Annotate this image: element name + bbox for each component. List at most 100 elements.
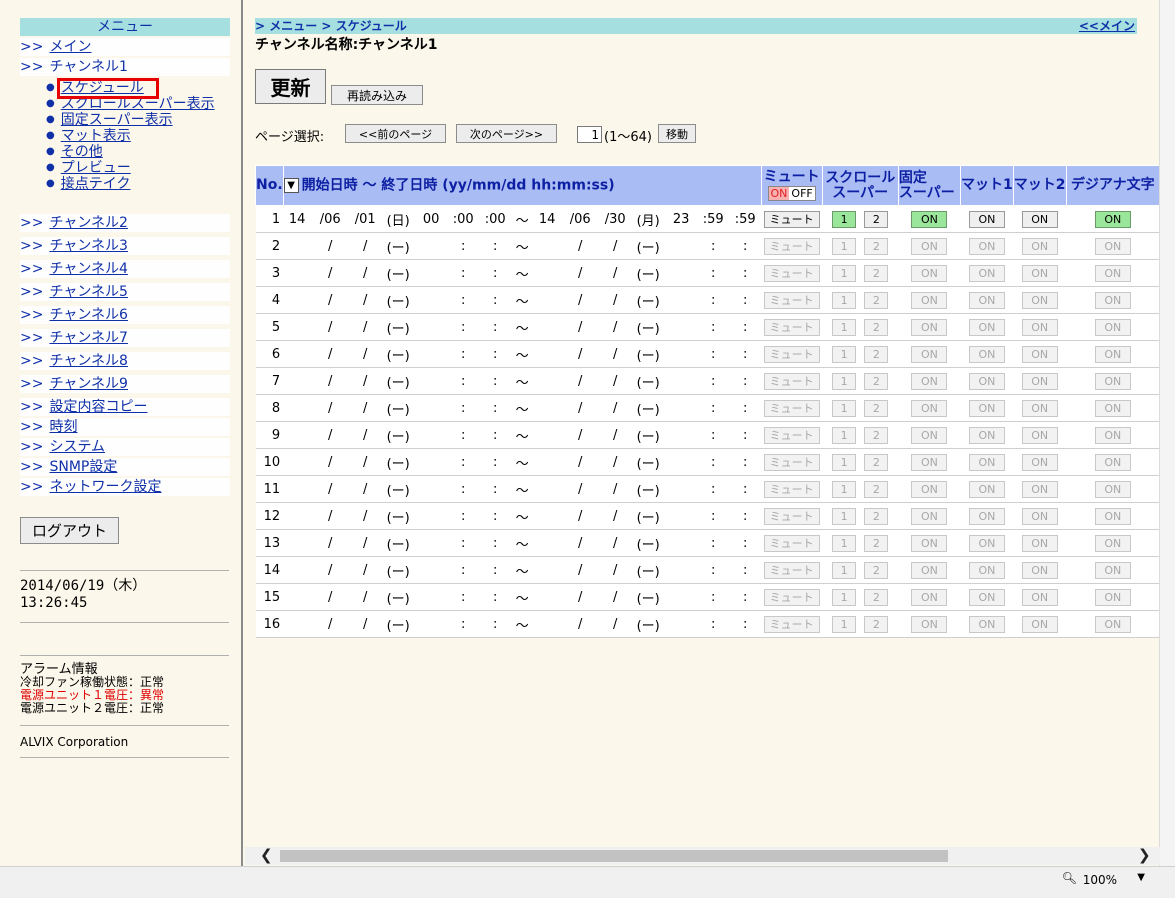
mat1-on-button[interactable]: ON bbox=[968, 318, 1005, 336]
mat2-on-button[interactable]: ON bbox=[1021, 480, 1058, 498]
mute-button[interactable]: ミュート bbox=[763, 426, 820, 444]
date-part[interactable]: / bbox=[349, 590, 381, 605]
mute-button[interactable]: ミュート bbox=[763, 480, 820, 498]
date-part[interactable]: : bbox=[697, 563, 729, 578]
date-part[interactable]: (ー) bbox=[381, 561, 415, 580]
fixed-super-on-button[interactable]: ON bbox=[911, 237, 948, 255]
date-part[interactable]: / bbox=[311, 563, 349, 578]
date-part[interactable]: / bbox=[349, 482, 381, 497]
date-part[interactable]: / bbox=[599, 293, 631, 308]
date-part[interactable]: : bbox=[479, 293, 511, 308]
datetime-cell[interactable]: / / (ー):: 〜 / / (ー):: bbox=[283, 259, 762, 287]
datetime-cell[interactable]: / / (ー):: 〜 / / (ー):: bbox=[283, 421, 762, 449]
digiana-on-button[interactable]: ON bbox=[1094, 399, 1131, 417]
scroll-super-2-button[interactable]: 2 bbox=[864, 615, 889, 633]
digiana-on-button[interactable]: ON bbox=[1094, 318, 1131, 336]
date-part[interactable]: / bbox=[561, 347, 599, 362]
reload-button[interactable]: 再読み込み bbox=[331, 85, 423, 105]
date-part[interactable]: : bbox=[697, 428, 729, 443]
digiana-on-button[interactable]: ON bbox=[1094, 426, 1131, 444]
date-part[interactable]: / bbox=[599, 563, 631, 578]
date-part[interactable]: : bbox=[729, 536, 761, 551]
move-button[interactable]: 移動 bbox=[658, 124, 696, 143]
mat-link[interactable]: マット表示 bbox=[61, 128, 131, 144]
mute-button[interactable]: ミュート bbox=[763, 561, 820, 579]
date-part[interactable]: / bbox=[561, 266, 599, 281]
date-part[interactable]: : bbox=[729, 455, 761, 470]
date-part[interactable]: / bbox=[561, 401, 599, 416]
mute-all-on[interactable]: ON bbox=[768, 187, 790, 200]
mat2-on-button[interactable]: ON bbox=[1021, 345, 1058, 363]
mat1-on-button[interactable]: ON bbox=[968, 426, 1005, 444]
date-part[interactable]: : bbox=[447, 455, 479, 470]
date-part[interactable]: / bbox=[599, 590, 631, 605]
date-part[interactable]: : bbox=[447, 428, 479, 443]
fixed-super-on-button[interactable]: ON bbox=[911, 561, 948, 579]
date-part[interactable]: / bbox=[599, 266, 631, 281]
datetime-cell[interactable]: / / (ー):: 〜 / / (ー):: bbox=[283, 367, 762, 395]
date-part[interactable]: / bbox=[349, 428, 381, 443]
date-part[interactable]: : bbox=[697, 455, 729, 470]
system-link[interactable]: システム bbox=[49, 439, 105, 455]
datetime-cell[interactable]: / / (ー):: 〜 / / (ー):: bbox=[283, 394, 762, 422]
col-datetime-header[interactable]: ▼ 開始日時 〜 終了日時 (yy/mm/dd hh:mm:ss) bbox=[282, 165, 762, 206]
scroll-left-icon[interactable]: ❮ bbox=[260, 846, 273, 864]
date-part[interactable]: / bbox=[599, 320, 631, 335]
scroll-super-2-button[interactable]: 2 bbox=[864, 534, 889, 552]
date-part[interactable]: / bbox=[311, 536, 349, 551]
date-part[interactable]: : bbox=[729, 563, 761, 578]
date-part[interactable]: : bbox=[479, 239, 511, 254]
scroll-super-1-button[interactable]: 1 bbox=[832, 372, 857, 390]
date-part[interactable]: /06 bbox=[561, 212, 599, 227]
mute-button[interactable]: ミュート bbox=[763, 534, 820, 552]
mat1-on-button[interactable]: ON bbox=[968, 561, 1005, 579]
next-page-button[interactable]: 次のページ>> bbox=[456, 124, 557, 143]
scroll-super-1-button[interactable]: 1 bbox=[832, 561, 857, 579]
date-part[interactable]: (月) bbox=[631, 210, 665, 229]
mute-button[interactable]: ミュート bbox=[763, 345, 820, 363]
mat1-on-button[interactable]: ON bbox=[968, 480, 1005, 498]
date-part[interactable]: : bbox=[479, 374, 511, 389]
date-part[interactable]: (ー) bbox=[631, 399, 665, 418]
date-part[interactable]: / bbox=[349, 455, 381, 470]
mat2-on-button[interactable]: ON bbox=[1021, 372, 1058, 390]
datetime-cell[interactable]: / / (ー):: 〜 / / (ー):: bbox=[283, 232, 762, 260]
date-part[interactable]: / bbox=[561, 590, 599, 605]
date-part[interactable]: : bbox=[697, 374, 729, 389]
mat2-on-button[interactable]: ON bbox=[1021, 507, 1058, 525]
fixed-super-on-button[interactable]: ON bbox=[911, 480, 948, 498]
date-part[interactable]: (ー) bbox=[631, 561, 665, 580]
mute-onoff-toggle[interactable]: ON OFF bbox=[767, 186, 816, 201]
datetime-cell[interactable]: / / (ー):: 〜 / / (ー):: bbox=[283, 286, 762, 314]
scroll-super-2-button[interactable]: 2 bbox=[864, 588, 889, 606]
date-part[interactable]: / bbox=[561, 536, 599, 551]
datetime-cell[interactable]: / / (ー):: 〜 / / (ー):: bbox=[283, 610, 762, 638]
mat1-on-button[interactable]: ON bbox=[968, 372, 1005, 390]
date-part[interactable]: (ー) bbox=[381, 453, 415, 472]
date-part[interactable]: :00 bbox=[479, 212, 511, 227]
mat2-on-button[interactable]: ON bbox=[1021, 453, 1058, 471]
date-part[interactable]: : bbox=[447, 509, 479, 524]
mute-button[interactable]: ミュート bbox=[763, 210, 820, 228]
sidebar-item-channel1[interactable]: >> チャンネル1 bbox=[20, 58, 230, 76]
date-part[interactable]: (ー) bbox=[381, 426, 415, 445]
date-part[interactable]: : bbox=[447, 293, 479, 308]
digiana-on-button[interactable]: ON bbox=[1094, 264, 1131, 282]
scroll-super-2-button[interactable]: 2 bbox=[864, 453, 889, 471]
scroll-super-2-button[interactable]: 2 bbox=[864, 507, 889, 525]
date-part[interactable]: / bbox=[561, 239, 599, 254]
mat2-on-button[interactable]: ON bbox=[1021, 588, 1058, 606]
date-part[interactable]: / bbox=[311, 293, 349, 308]
scroll-super-1-button[interactable]: 1 bbox=[832, 480, 857, 498]
scroll-right-icon[interactable]: ❯ bbox=[1138, 846, 1151, 864]
digiana-on-button[interactable]: ON bbox=[1094, 372, 1131, 390]
fixed-super-on-button[interactable]: ON bbox=[911, 453, 948, 471]
date-part[interactable]: : bbox=[447, 374, 479, 389]
prev-page-button[interactable]: <<前のページ bbox=[345, 124, 446, 143]
mute-button[interactable]: ミュート bbox=[763, 453, 820, 471]
scroll-super-2-button[interactable]: 2 bbox=[864, 561, 889, 579]
date-part[interactable]: : bbox=[697, 401, 729, 416]
mat2-on-button[interactable]: ON bbox=[1021, 264, 1058, 282]
digiana-on-button[interactable]: ON bbox=[1094, 507, 1131, 525]
date-part[interactable]: : bbox=[729, 482, 761, 497]
